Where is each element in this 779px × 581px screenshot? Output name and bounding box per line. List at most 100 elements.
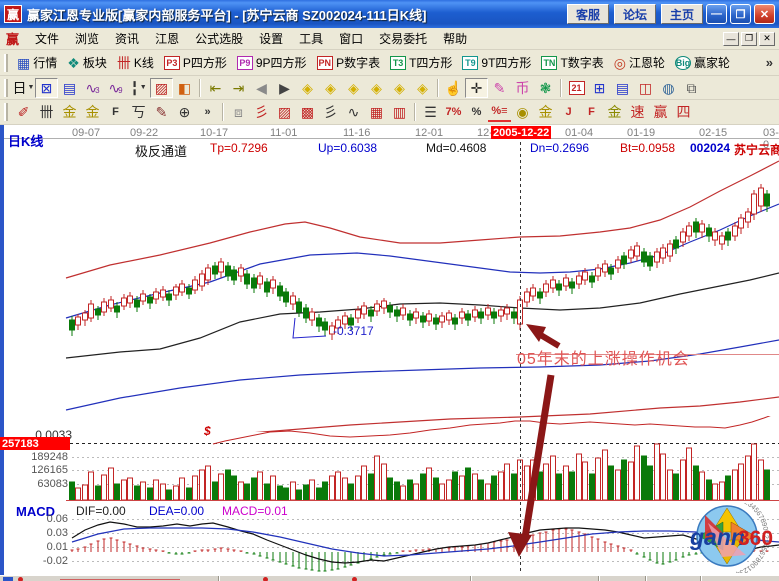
maximize-button[interactable]: ❐ bbox=[730, 4, 751, 24]
hash-f-button[interactable]: F bbox=[104, 102, 127, 122]
t-square-button[interactable]: T3T四方形 bbox=[385, 53, 457, 72]
go-last-button[interactable]: ⇥ bbox=[227, 78, 250, 98]
child-restore-button[interactable]: ❐ bbox=[741, 32, 757, 46]
gann-wheel-button[interactable]: ◎江恩轮 bbox=[609, 53, 670, 72]
percent-lines-button[interactable]: %≡ bbox=[488, 102, 511, 122]
sectors-button[interactable]: ❖板块 bbox=[62, 53, 112, 72]
export-button[interactable]: ◍ bbox=[657, 78, 680, 98]
zoom-diamond-4-button[interactable]: ◈ bbox=[365, 78, 388, 98]
calculator-button[interactable]: ⊞ bbox=[588, 78, 611, 98]
draw-more-button[interactable]: » bbox=[196, 102, 219, 122]
grid-red-2-button[interactable]: ▥ bbox=[388, 102, 411, 122]
coin-tool-button[interactable]: 币 bbox=[511, 78, 534, 98]
speed-line-button-icon: 速 bbox=[631, 105, 645, 119]
gann-gold-1-button[interactable]: 金 bbox=[58, 102, 81, 122]
menu-item[interactable]: 工具 bbox=[291, 28, 331, 49]
date-label: 11-01 bbox=[270, 127, 297, 139]
toolbar-overflow-chevron[interactable]: » bbox=[762, 55, 777, 70]
hand-tool-button-icon: ☝ bbox=[445, 81, 462, 95]
percent-7-button[interactable]: 7% bbox=[442, 102, 465, 122]
gold-lines-button[interactable]: 金 bbox=[534, 102, 557, 122]
period-label: 日K线 bbox=[8, 131, 43, 150]
gann-gold-2-button[interactable]: 金 bbox=[81, 102, 104, 122]
menu-item[interactable]: 交易委托 bbox=[371, 28, 435, 49]
hash-pen-button[interactable]: ✎ bbox=[150, 102, 173, 122]
speed-line-button[interactable]: 速 bbox=[626, 102, 649, 122]
go-prev-button-icon: ◀ bbox=[256, 81, 267, 95]
angle-gold-button[interactable]: 金 bbox=[603, 102, 626, 122]
quick-button-1[interactable]: 客服 bbox=[567, 4, 609, 24]
hash-circle-button[interactable]: ⊕ bbox=[173, 102, 196, 122]
close-button[interactable]: ✕ bbox=[754, 4, 775, 24]
child-minimize-button[interactable]: — bbox=[723, 32, 739, 46]
menu-item[interactable]: 窗口 bbox=[331, 28, 371, 49]
menu-item[interactable]: 公式选股 bbox=[187, 28, 251, 49]
menu-item[interactable]: 江恩 bbox=[147, 28, 187, 49]
notes-button[interactable]: ▤ bbox=[611, 78, 634, 98]
cycle-tool-button[interactable]: ❃ bbox=[534, 78, 557, 98]
zoom-diamond-5-button[interactable]: ◈ bbox=[388, 78, 411, 98]
angle-j-button[interactable]: J bbox=[557, 102, 580, 122]
ray-lines-button[interactable]: 彡 bbox=[319, 102, 342, 122]
info-list-button-icon: ▤ bbox=[63, 81, 76, 95]
quick-button-2[interactable]: 论坛 bbox=[614, 4, 656, 24]
t-table-button[interactable]: TNT数字表 bbox=[536, 53, 608, 72]
fan-box-solid-button[interactable]: ▩ bbox=[296, 102, 319, 122]
hash-5-button[interactable]: 丂 bbox=[127, 102, 150, 122]
save-button[interactable]: ◫ bbox=[634, 78, 657, 98]
zigzag-button-icon: ∿ bbox=[348, 105, 360, 119]
menu-item[interactable]: 资讯 bbox=[107, 28, 147, 49]
minimize-button[interactable]: — bbox=[706, 4, 727, 24]
menu-item[interactable]: 浏览 bbox=[67, 28, 107, 49]
menu-bar: 赢 文件浏览资讯江恩公式选股设置工具窗口交易委托帮助 — ❐ ✕ bbox=[0, 28, 779, 50]
fan-box-button[interactable]: ▨ bbox=[273, 102, 296, 122]
color-chart-button[interactable]: ◧ bbox=[173, 78, 196, 98]
zoom-diamond-2-button[interactable]: ◈ bbox=[319, 78, 342, 98]
red-hatch-button[interactable]: ▨ bbox=[150, 78, 173, 98]
go-prev-button[interactable]: ◀ bbox=[250, 78, 273, 98]
wave-9-button[interactable]: ∿9 bbox=[104, 78, 127, 98]
p-square-button[interactable]: P3P四方形 bbox=[159, 53, 232, 72]
wave-3-button[interactable]: ∿3 bbox=[81, 78, 104, 98]
candle-style-button[interactable]: ╏▼ bbox=[127, 78, 150, 98]
angle-f-button[interactable]: F bbox=[580, 102, 603, 122]
info-list-button[interactable]: ▤ bbox=[58, 78, 81, 98]
draw-pen-button[interactable]: ✐ bbox=[12, 102, 35, 122]
quick-button-3[interactable]: 主页 bbox=[661, 4, 703, 24]
menu-item[interactable]: 设置 bbox=[251, 28, 291, 49]
kline-button[interactable]: 卌K线 bbox=[112, 53, 159, 72]
marker-tool-button[interactable]: ✎ bbox=[488, 78, 511, 98]
child-close-button[interactable]: ✕ bbox=[759, 32, 775, 46]
quotes-button[interactable]: ▦行情 bbox=[12, 53, 62, 72]
zoom-diamond-3-button[interactable]: ◈ bbox=[342, 78, 365, 98]
menu-item[interactable]: 文件 bbox=[27, 28, 67, 49]
grid-red-button[interactable]: ▦ bbox=[365, 102, 388, 122]
hand-tool-button[interactable]: ☝ bbox=[442, 78, 465, 98]
zoom-diamond-5-button-icon: ◈ bbox=[394, 81, 405, 95]
menu-item[interactable]: 帮助 bbox=[435, 28, 475, 49]
go-next-button[interactable]: ▶ bbox=[273, 78, 296, 98]
candle-style-button-icon: ╏ bbox=[130, 81, 138, 95]
go-first-button[interactable]: ⇤ bbox=[204, 78, 227, 98]
zoom-diamond-1-button[interactable]: ◈ bbox=[296, 78, 319, 98]
p-table-button[interactable]: PNP数字表 bbox=[312, 53, 386, 72]
win-line-button[interactable]: 赢 bbox=[649, 102, 672, 122]
ruler-button[interactable]: ☰ bbox=[419, 102, 442, 122]
p-square-button-label: P四方形 bbox=[183, 54, 227, 71]
day-period-button[interactable]: 日▼ bbox=[12, 78, 35, 98]
zoom-diamond-6-button[interactable]: ◈ bbox=[411, 78, 434, 98]
compress-view-button[interactable]: ⊠ bbox=[35, 78, 58, 98]
print-button[interactable]: ⧉ bbox=[680, 78, 703, 98]
gold-circle-button[interactable]: ◉ bbox=[511, 102, 534, 122]
four-line-button[interactable]: 四 bbox=[672, 102, 695, 122]
fan-lines-button[interactable]: 彡 bbox=[250, 102, 273, 122]
winner-wheel-button[interactable]: Big赢家轮 bbox=[670, 53, 735, 72]
calendar-button[interactable]: 21 bbox=[565, 78, 588, 98]
zigzag-button[interactable]: ∿ bbox=[342, 102, 365, 122]
t9-square-button[interactable]: T99T四方形 bbox=[457, 53, 536, 72]
select-box-button[interactable]: ⧈ bbox=[227, 102, 250, 122]
percent-button[interactable]: % bbox=[465, 102, 488, 122]
hash-lines-button[interactable]: 卌 bbox=[35, 102, 58, 122]
p9-square-button[interactable]: P99P四方形 bbox=[232, 53, 312, 72]
crosshair-tool-button[interactable]: ✛ bbox=[465, 78, 488, 98]
